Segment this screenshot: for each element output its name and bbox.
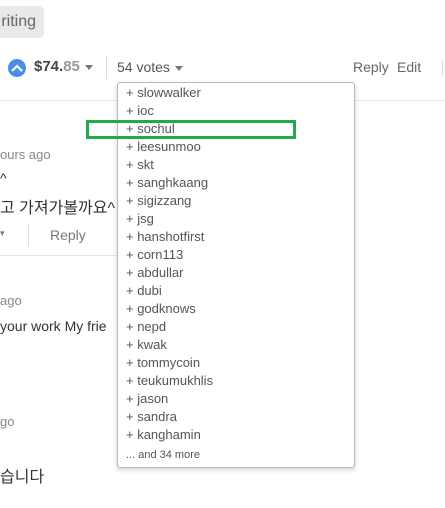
comment-body: 고 가져가볼까요^	[0, 200, 115, 217]
edit-link[interactable]: Edit	[397, 59, 421, 75]
caret-down-icon[interactable]: ▾	[0, 228, 5, 239]
tag-chip[interactable]: riting	[0, 6, 44, 38]
voter-item[interactable]: + jason	[118, 390, 354, 408]
highlight-box	[86, 120, 296, 139]
chevron-up-icon	[11, 64, 23, 72]
divider	[442, 60, 443, 76]
voter-item[interactable]: + slowwalker	[118, 84, 354, 102]
comment-time: go	[0, 414, 15, 429]
comment-time: ours ago	[0, 147, 51, 162]
comment-body: your work My frie	[0, 318, 107, 334]
comment-reply-link[interactable]: Reply	[50, 227, 86, 243]
voter-item[interactable]: + dubi	[118, 282, 354, 300]
voter-item[interactable]: + ioc	[118, 102, 354, 120]
more-voters-link[interactable]: ... and 34 more	[118, 446, 354, 464]
voter-item[interactable]: + corn113	[118, 246, 354, 264]
payout-main: $74.	[34, 58, 64, 75]
voter-item[interactable]: + abdullar	[118, 264, 354, 282]
voter-item[interactable]: + sandra	[118, 408, 354, 426]
caret-down-icon	[174, 65, 183, 71]
comment-body: 습니다	[0, 469, 45, 486]
voter-item[interactable]: + teukumukhlis	[118, 372, 354, 390]
voter-item[interactable]: + kanghamin	[118, 426, 354, 444]
voter-item[interactable]: + godknows	[118, 300, 354, 318]
divider	[106, 55, 107, 79]
payout-amount[interactable]: $74.85	[34, 58, 93, 75]
voter-item[interactable]: + leesunmoo	[118, 138, 354, 156]
upvote-button[interactable]	[8, 59, 26, 77]
voter-item[interactable]: + tommycoin	[118, 354, 354, 372]
comment-time: ago	[0, 293, 22, 308]
voter-item[interactable]: + jsg	[118, 210, 354, 228]
voters-dropdown: + slowwalker + ioc + sochul + leesunmoo + sk…	[117, 82, 355, 468]
votes-label: 54 votes	[117, 59, 170, 75]
comment-body: ^	[0, 170, 7, 186]
reply-link[interactable]: Reply	[353, 59, 389, 75]
caret-down-icon	[84, 64, 93, 70]
voter-item[interactable]: + sanghkaang	[118, 174, 354, 192]
votes-button[interactable]: 54 votes	[117, 59, 183, 75]
voter-item[interactable]: + sigizzang	[118, 192, 354, 210]
voter-item[interactable]: + skt	[118, 156, 354, 174]
voter-item[interactable]: + nepd	[118, 318, 354, 336]
divider	[0, 255, 117, 256]
payout-cents: 85	[63, 58, 80, 75]
voter-item[interactable]: + hanshotfirst	[118, 228, 354, 246]
divider	[28, 224, 29, 246]
voter-item[interactable]: + kwak	[118, 336, 354, 354]
